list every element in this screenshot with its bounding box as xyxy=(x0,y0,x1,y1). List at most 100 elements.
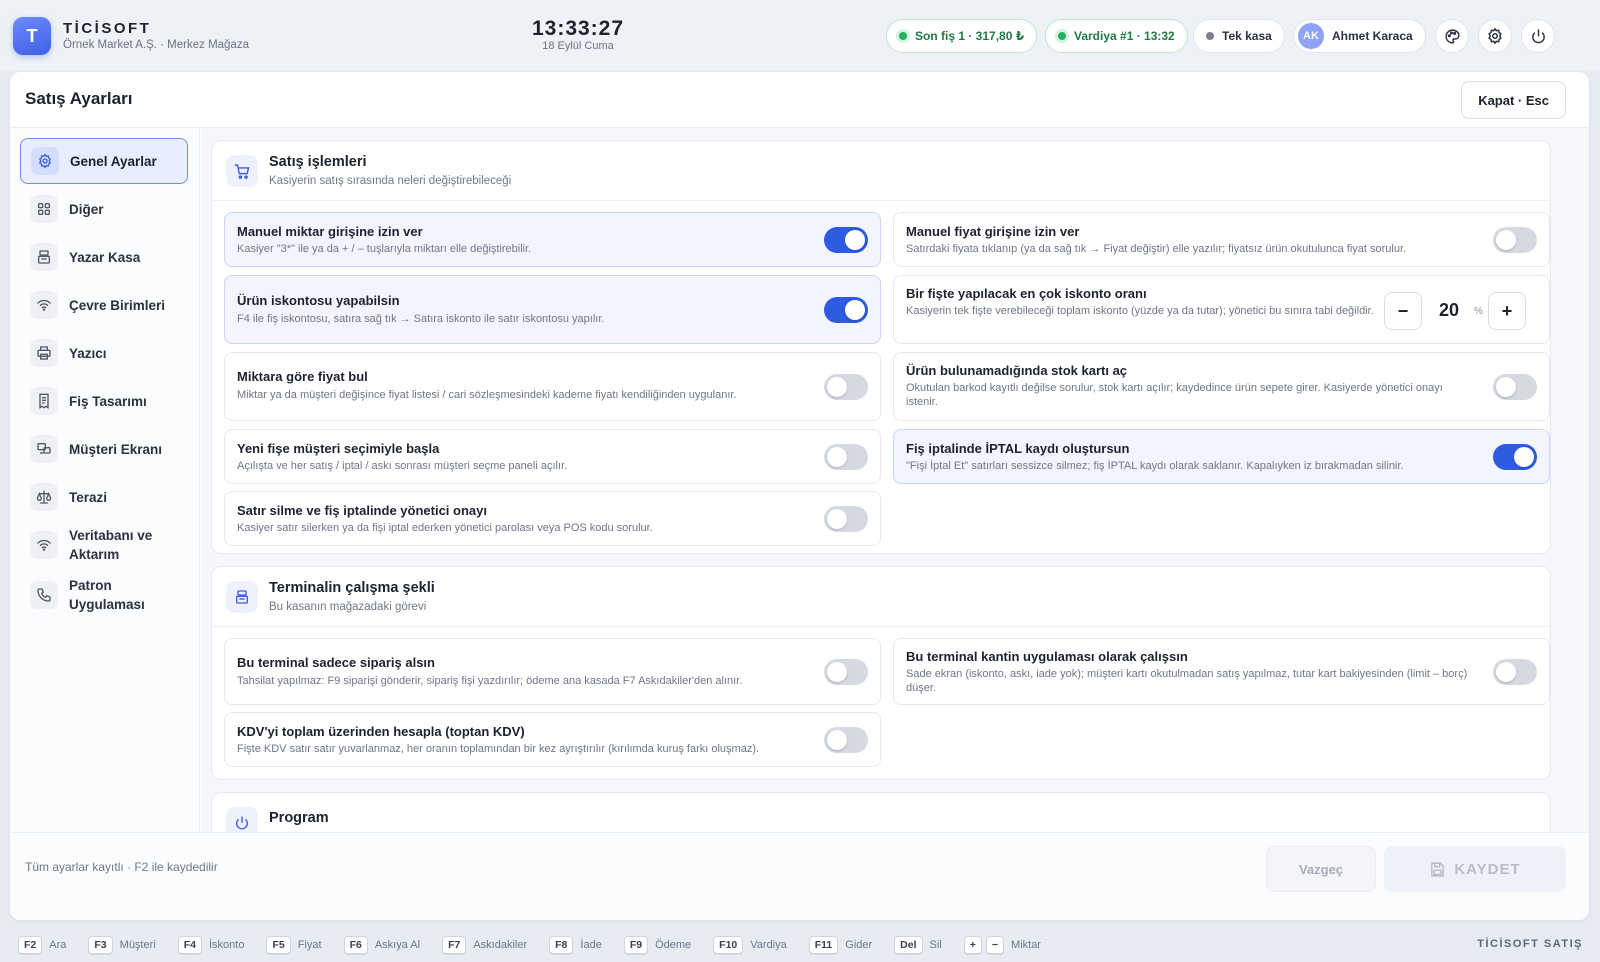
app-name: TİCİSOFT xyxy=(63,20,152,37)
setting-customer-first[interactable]: Yeni fişe müşteri seçimiyle başla Açılış… xyxy=(224,429,881,484)
sidebar-item-cevre-birimleri[interactable]: Çevre Birimleri xyxy=(20,282,188,328)
sidebar-item-label: Patron Uygulaması xyxy=(69,578,145,612)
setting-description: Kasiyer "3*" ile ya da + / – tuşlarıyla … xyxy=(237,243,532,255)
shortcut-f5[interactable]: F5 Fiyat xyxy=(266,936,322,954)
panel-footer: Tüm ayarlar kayıtlı · F2 ile kaydedilir … xyxy=(10,832,1589,920)
status-dot xyxy=(1206,32,1214,40)
setting-description: Miktar ya da müşteri değişince fiyat lis… xyxy=(237,389,737,401)
phone-icon xyxy=(30,581,58,609)
section-header: Satış işlemleri Kasiyerin satış sırasınd… xyxy=(212,141,1550,201)
setting-cancel-record[interactable]: Fiş iptalinde İPTAL kaydı oluştursun "Fi… xyxy=(893,429,1550,484)
shortcut-key: F3 xyxy=(88,936,113,954)
section-title: Satış işlemleri xyxy=(269,154,367,170)
shift-label: Vardiya #1 · 13:32 xyxy=(1074,29,1175,43)
setting-order-only[interactable]: Bu terminal sadece sipariş alsın Tahsila… xyxy=(224,638,881,705)
section-program: Program xyxy=(211,792,1551,832)
sidebar-item-fis-tasarimi[interactable]: Fiş Tasarımı xyxy=(20,378,188,424)
shortcut-f9[interactable]: F9 Ödeme xyxy=(623,936,691,954)
shift-pill[interactable]: Vardiya #1 · 13:32 xyxy=(1045,19,1188,53)
power-icon xyxy=(1531,28,1545,43)
increment-button[interactable]: + xyxy=(1488,292,1526,330)
shortcut-label: İskonto xyxy=(208,939,245,951)
toggle-total-vat[interactable] xyxy=(824,727,868,753)
toggle-customer-first[interactable] xyxy=(824,444,868,470)
sidebar-item-diger[interactable]: Diğer xyxy=(20,186,188,232)
section-header: Program xyxy=(212,793,1550,832)
sidebar-item-yazar-kasa[interactable]: Yazar Kasa xyxy=(20,234,188,280)
setting-product-discount[interactable]: Ürün iskontosu yapabilsin F4 ile fiş isk… xyxy=(224,275,881,344)
clock-date: 18 Eylül Cuma xyxy=(542,40,614,52)
setting-description: Fişte KDV satır satır yuvarlanmaz, her o… xyxy=(237,743,760,755)
toggle-order-only[interactable] xyxy=(824,659,868,685)
shortcut-f11[interactable]: F11 Gider xyxy=(808,936,872,954)
setting-tier-price[interactable]: Miktara göre fiyat bul Miktar ya da müşt… xyxy=(224,352,881,421)
shortcut-label: Ara xyxy=(49,939,67,951)
shortcut-f8[interactable]: F8 İade xyxy=(549,936,602,954)
sidebar-item-patron-uygulamasi[interactable]: Patron Uygulaması xyxy=(20,572,188,618)
grid-icon xyxy=(30,195,58,223)
shortcut-quantity[interactable]: + − Miktar xyxy=(963,936,1041,954)
shortcut-key: F11 xyxy=(808,936,839,954)
sidebar-item-label: Fiş Tasarımı xyxy=(69,393,147,409)
close-button[interactable]: Kapat · Esc xyxy=(1461,81,1566,119)
sidebar-item-terazi[interactable]: Terazi xyxy=(20,474,188,520)
toggle-manual-price[interactable] xyxy=(1493,227,1537,253)
cancel-button[interactable]: Vazgeç xyxy=(1266,846,1376,892)
register-pill[interactable]: Tek kasa xyxy=(1193,19,1285,53)
receipt-icon xyxy=(30,387,58,415)
setting-manual-price[interactable]: Manuel fiyat girişine izin ver Satırdaki… xyxy=(893,212,1550,267)
toggle-manager-approval[interactable] xyxy=(824,506,868,532)
setting-total-vat[interactable]: KDV'yi toplam üzerinden hesapla (toptan … xyxy=(224,712,881,767)
decrement-button[interactable]: − xyxy=(1384,292,1422,330)
sidebar-item-veritabani[interactable]: Veritabanı ve Aktarım xyxy=(20,522,188,568)
user-pill[interactable]: AK Ahmet Karaca xyxy=(1293,19,1426,53)
setting-title: Ürün iskontosu yapabilsin xyxy=(237,293,400,308)
toggle-cancel-record[interactable] xyxy=(1493,444,1537,470)
cart-icon xyxy=(226,155,258,187)
printer-icon xyxy=(30,339,58,367)
setting-description: Kasiyerin tek fişte verebileceği toplam … xyxy=(906,305,1374,317)
shortcut-del[interactable]: Del Sil xyxy=(894,936,942,954)
settings-button[interactable] xyxy=(1478,19,1512,53)
toggle-tier-price[interactable] xyxy=(824,374,868,400)
settings-sidebar: Genel Ayarlar Diğer Yazar Kasa Çevre Bir… xyxy=(10,128,200,832)
sidebar-item-genel-ayarlar[interactable]: Genel Ayarlar xyxy=(20,138,188,184)
power-button[interactable] xyxy=(1521,19,1555,53)
section-header: Terminalin çalışma şekli Bu kasanın mağa… xyxy=(212,567,1550,627)
clock: 13:33:27 xyxy=(531,17,625,40)
setting-title: Bu terminal kantin uygulaması olarak çal… xyxy=(906,649,1188,664)
toggle-open-stock-card[interactable] xyxy=(1493,374,1537,400)
palette-icon xyxy=(1444,28,1460,44)
save-icon xyxy=(1431,861,1445,877)
setting-canteen-mode[interactable]: Bu terminal kantin uygulaması olarak çal… xyxy=(893,638,1550,705)
shortcut-f10[interactable]: F10 Vardiya xyxy=(713,936,787,954)
shortcut-f6[interactable]: F6 Askıya Al xyxy=(343,936,420,954)
save-button[interactable]: KAYDET xyxy=(1384,846,1566,892)
sidebar-item-musteri-ekrani[interactable]: Müşteri Ekranı xyxy=(20,426,188,472)
setting-manual-quantity[interactable]: Manuel miktar girişine izin ver Kasiyer … xyxy=(224,212,881,267)
theme-button[interactable] xyxy=(1435,19,1469,53)
toggle-product-discount[interactable] xyxy=(824,297,868,323)
sidebar-item-yazici[interactable]: Yazıcı xyxy=(20,330,188,376)
toggle-canteen-mode[interactable] xyxy=(1493,659,1537,685)
avatar: AK xyxy=(1298,23,1324,49)
settings-panel: Satış Ayarları Kapat · Esc Genel Ayarlar… xyxy=(10,72,1589,920)
shortcut-f4[interactable]: F4 İskonto xyxy=(177,936,245,954)
shortcut-key: F7 xyxy=(442,936,467,954)
setting-manager-approval[interactable]: Satır silme ve fiş iptalinde yönetici on… xyxy=(224,491,881,546)
setting-open-stock-card[interactable]: Ürün bulunamadığında stok kartı aç Okutu… xyxy=(893,352,1550,421)
save-label: KAYDET xyxy=(1454,860,1521,878)
store-name: Örnek Market A.Ş. · Merkez Mağaza xyxy=(63,39,249,51)
toggle-manual-quantity[interactable] xyxy=(824,227,868,253)
shortcut-f2[interactable]: F2 Ara xyxy=(18,936,66,954)
sidebar-item-label: Yazar Kasa xyxy=(69,249,141,265)
setting-description: Tahsilat yapılmaz: F9 siparişi gönderir,… xyxy=(237,675,743,687)
setting-title: Yeni fişe müşteri seçimiyle başla xyxy=(237,441,440,456)
last-receipt-pill[interactable]: Son fiş 1 · 317,80 ₺ xyxy=(886,19,1038,53)
shortcut-f3[interactable]: F3 Müşteri xyxy=(88,936,156,954)
shortcut-f7[interactable]: F7 Askıdakiler xyxy=(442,936,527,954)
setting-max-discount: Bir fişte yapılacak en çok iskonto oranı… xyxy=(893,275,1550,344)
setting-title: Miktara göre fiyat bul xyxy=(237,369,368,384)
discount-value[interactable]: 20 xyxy=(1430,300,1468,321)
save-status: Tüm ayarlar kayıtlı · F2 ile kaydedilir xyxy=(25,860,218,874)
